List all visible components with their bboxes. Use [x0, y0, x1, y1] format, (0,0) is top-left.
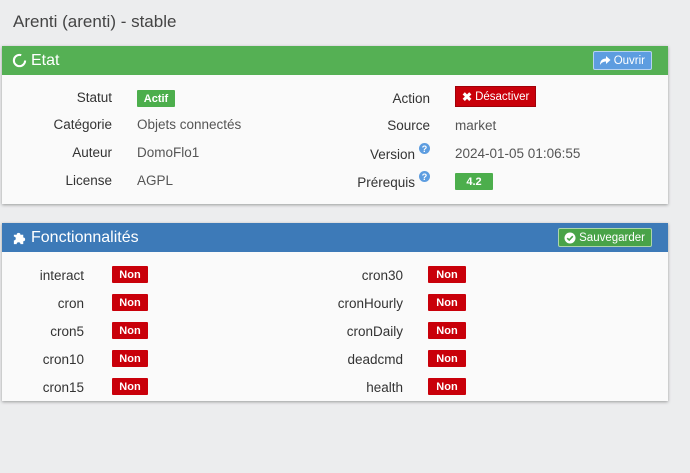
categorie-label: Catégorie	[53, 117, 112, 132]
etat-panel-header: Etat Ouvrir	[2, 46, 668, 75]
license-label: License	[65, 173, 112, 188]
share-arrow-icon	[599, 56, 611, 65]
feature-status-badge[interactable]: Non	[428, 266, 466, 283]
feature-status-badge[interactable]: Non	[428, 294, 466, 311]
license-value: AGPL	[137, 173, 174, 188]
check-circle-icon	[564, 232, 576, 243]
prerequis-label: Prérequis	[357, 175, 415, 190]
feature-name: cronHourly	[337, 296, 403, 311]
feature-name: cronDaily	[346, 324, 403, 339]
feature-name: deadcmd	[347, 352, 403, 367]
times-icon: ✖	[462, 89, 473, 104]
etat-panel: Etat Ouvrir Statut Actif Catégorie Objet…	[2, 46, 668, 204]
action-label: Action	[392, 91, 430, 106]
feature-status-badge[interactable]: Non	[112, 294, 148, 311]
feature-status-badge[interactable]: Non	[428, 350, 466, 367]
save-button[interactable]: Sauvegarder	[558, 228, 652, 247]
open-button[interactable]: Ouvrir	[592, 51, 652, 70]
feature-name: cron15	[42, 380, 84, 395]
save-button-label: Sauvegarder	[579, 231, 645, 244]
auteur-value: DomoFlo1	[137, 145, 200, 160]
auteur-label: Auteur	[72, 145, 112, 160]
version-label: Version	[369, 147, 415, 162]
statut-label: Statut	[76, 90, 112, 105]
feature-name: cron10	[42, 352, 84, 367]
feature-status-badge[interactable]: Non	[112, 378, 148, 395]
question-circle-icon[interactable]: ?	[419, 143, 430, 154]
feature-name: cron	[57, 296, 84, 311]
deactivate-button[interactable]: ✖ Désactiver	[455, 86, 537, 107]
feature-status-badge[interactable]: Non	[428, 322, 466, 339]
feature-name: interact	[39, 268, 84, 283]
features-panel: Fonctionnalités Sauvegarder interact Non…	[2, 223, 668, 401]
features-panel-header: Fonctionnalités Sauvegarder	[2, 223, 668, 252]
feature-status-badge[interactable]: Non	[428, 378, 466, 395]
circle-notch-icon	[12, 53, 27, 68]
categorie-value: Objets connectés	[137, 117, 242, 132]
feature-status-badge[interactable]: Non	[112, 322, 148, 339]
feature-status-badge[interactable]: Non	[112, 350, 148, 367]
version-value: 2024-01-05 01:06:55	[455, 146, 581, 161]
feature-status-badge[interactable]: Non	[112, 266, 148, 283]
feature-name: health	[366, 380, 403, 395]
features-panel-title: Fonctionnalités	[31, 228, 139, 246]
source-label: Source	[387, 118, 430, 133]
question-circle-icon[interactable]: ?	[419, 171, 430, 182]
open-button-label: Ouvrir	[613, 54, 645, 67]
source-value: market	[455, 118, 497, 133]
feature-name: cron5	[50, 324, 84, 339]
statut-badge: Actif	[137, 90, 175, 107]
feature-name: cron30	[361, 268, 403, 283]
deactivate-button-label: Désactiver	[475, 90, 530, 103]
puzzle-icon	[12, 230, 27, 245]
page-title: Arenti (arenti) - stable	[13, 12, 177, 31]
etat-panel-title: Etat	[31, 51, 60, 69]
prerequis-badge: 4.2	[455, 173, 493, 190]
